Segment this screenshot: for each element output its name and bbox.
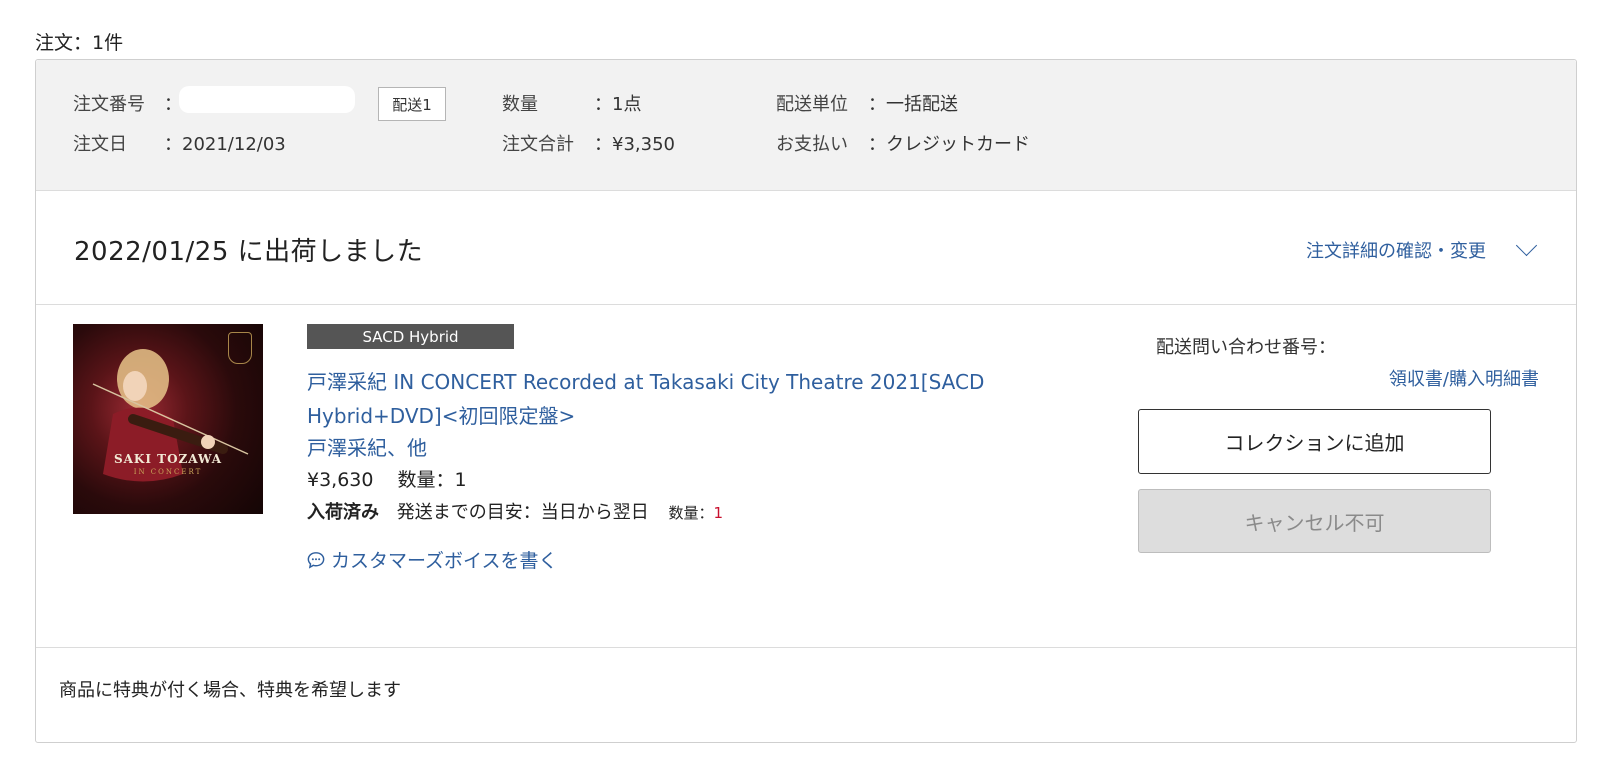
cover-title: SAKI TOZAWA [113,452,223,466]
payment-label: お支払い [776,134,848,155]
bonus-note-row: 商品に特典が付く場合、特典を希望します [36,647,1576,742]
delivery-unit-value: ：一括配送 [868,94,958,115]
stock-status: 入荷済み [307,502,379,523]
stock-quantity-value: 1 [713,504,724,522]
customer-voice-label: カスタマーズボイスを書く [331,550,558,572]
chevron-down-icon[interactable] [1515,234,1538,257]
order-date-value: ：2021/12/03 [164,134,286,155]
payment-value: ：クレジットカード [868,134,1030,155]
receipt-link[interactable]: 領収書/購入明細書 [1389,365,1539,391]
cancel-disabled-button: キャンセル不可 [1138,489,1491,553]
shipment-status-row: 2022/01/25 に出荷しました 注文詳細の確認・変更 [36,190,1576,305]
customer-voice-link[interactable]: カスタマーズボイスを書く [307,546,557,573]
product-title-line2: Hybrid+DVD]<初回限定盤> [307,404,576,428]
shipment-status-text: に出荷しました [237,237,424,267]
product-quantity: 数量：1 [397,469,467,491]
artist-link[interactable]: 戸澤采紀、他 [307,432,427,461]
cover-subtitle: IN CONCERT [133,468,203,476]
format-badge: SACD Hybrid [307,324,514,349]
order-count-label: 注文：1件 [35,32,124,54]
total-value: ：¥3,350 [594,134,675,155]
shipment-status: 2022/01/25 に出荷しました [74,231,423,268]
order-detail-link[interactable]: 注文詳細の確認・変更 [1306,237,1486,263]
album-cover-image[interactable]: SAKI TOZAWA IN CONCERT [73,324,263,514]
order-number-redacted [179,86,355,113]
order-summary: 注文番号 ： 配送1 注文日 ：2021/12/03 数量 ：1点 注文合計 ：… [36,60,1576,191]
quantity-value: ：1点 [594,94,642,115]
delivery-unit-label: 配送単位 [776,94,848,115]
price-row: ¥3,630 数量：1 [307,465,467,492]
product-item: SAKI TOZAWA IN CONCERT SACD Hybrid 戸澤采紀 … [36,305,1576,657]
product-price: ¥3,630 [307,469,374,491]
order-card: 注文番号 ： 配送1 注文日 ：2021/12/03 数量 ：1点 注文合計 ：… [35,59,1577,743]
tracking-number-label: 配送問い合わせ番号： [1156,337,1336,358]
order-number-label: 注文番号 [73,94,145,115]
total-label: 注文合計 [502,134,574,155]
speech-bubble-icon [307,551,325,569]
add-to-collection-button[interactable]: コレクションに追加 [1138,409,1491,474]
bonus-note: 商品に特典が付く場合、特典を希望します [59,680,401,701]
shipment-date: 2022/01/25 [74,237,229,267]
quantity-label: 数量 [502,94,538,115]
stock-quantity: 数量：1 [668,504,723,522]
product-title-link[interactable]: 戸澤采紀 IN CONCERT Recorded at Takasaki Cit… [307,365,1047,433]
stock-quantity-label: 数量： [668,504,714,522]
product-title-line1: 戸澤采紀 IN CONCERT Recorded at Takasaki Cit… [307,370,985,394]
ship-estimate: 発送までの目安：当日から翌日 [396,502,649,523]
stock-row: 入荷済み 発送までの目安：当日から翌日 数量：1 [307,498,723,524]
crest-icon [228,332,252,364]
order-date-label: 注文日 [73,134,127,155]
shipment-tag: 配送1 [378,87,446,121]
